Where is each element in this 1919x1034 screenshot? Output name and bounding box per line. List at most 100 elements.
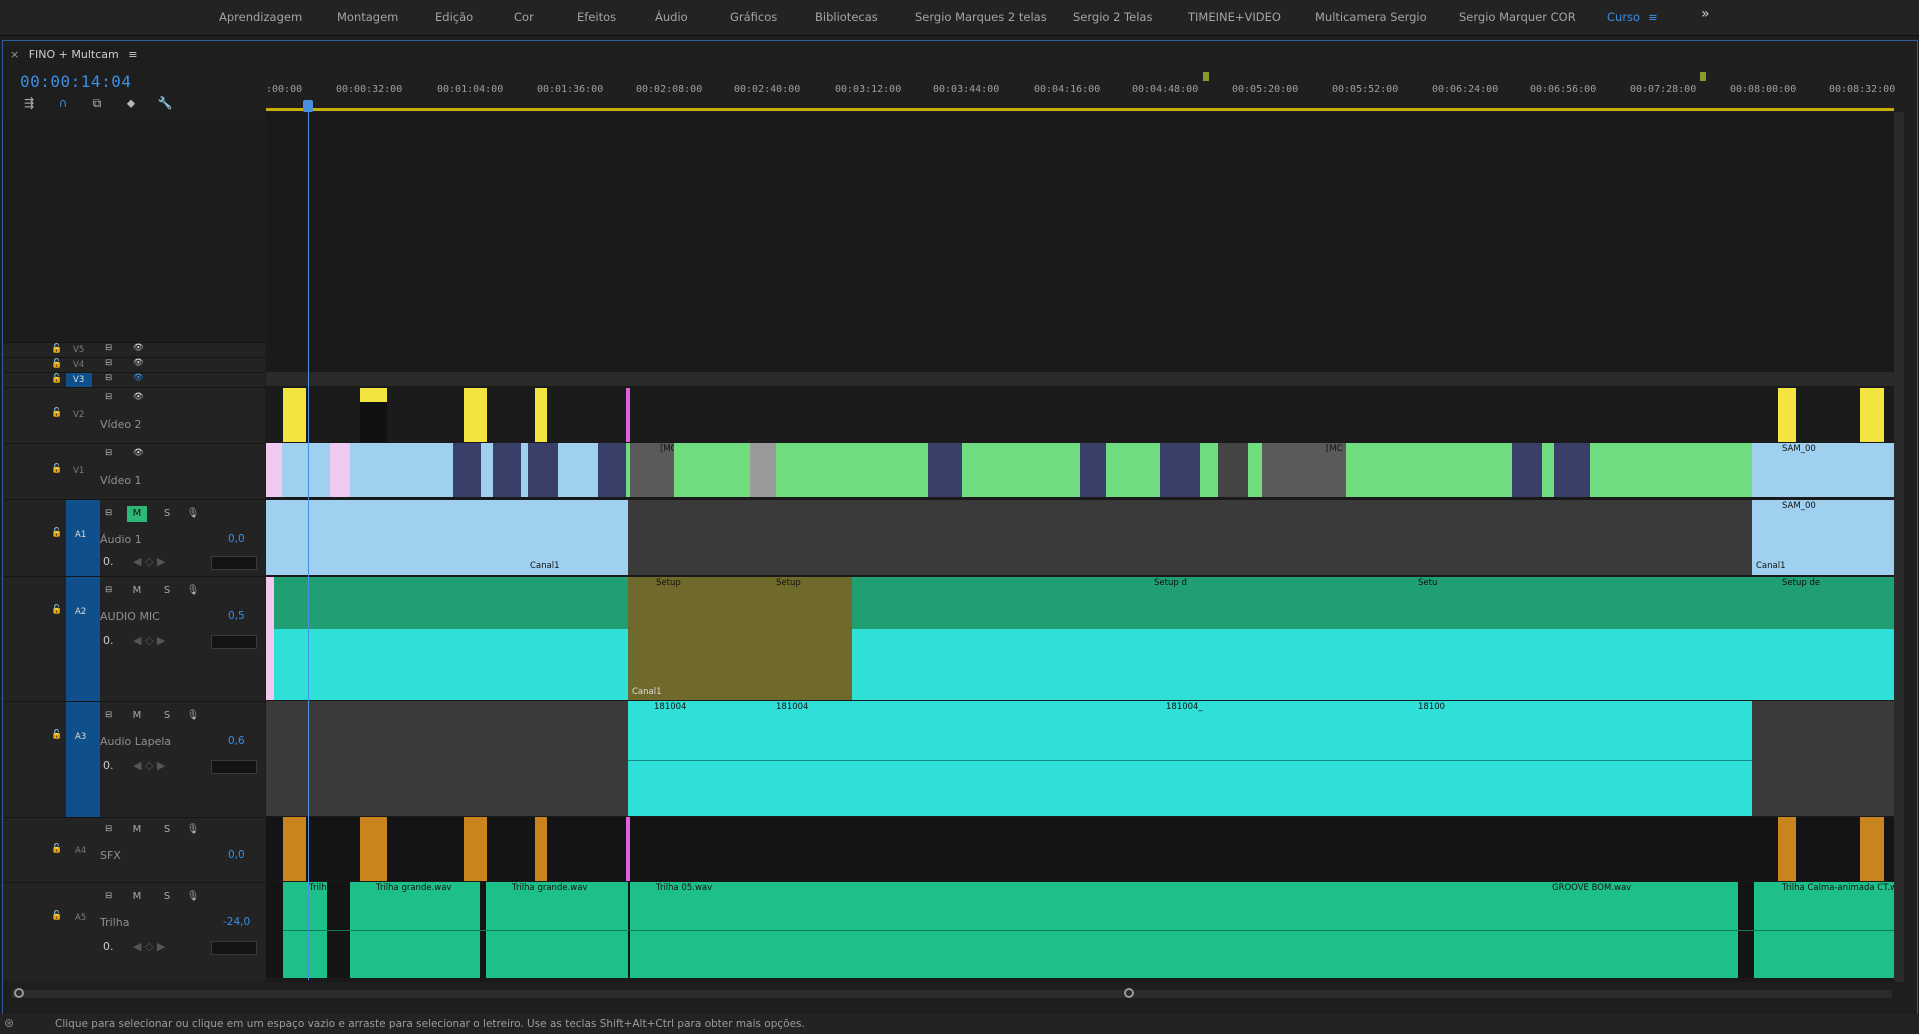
clip-sfx[interactable] [283,817,306,881]
source-patch[interactable] [66,702,100,817]
lock-icon[interactable]: 🔓 [51,374,62,384]
clip-v2[interactable] [535,388,547,442]
eye-icon[interactable]: 👁 [133,448,144,458]
clip-a2-edge[interactable] [266,577,274,700]
volume-value[interactable]: 0,5 [228,610,245,622]
clip-v1[interactable] [266,443,626,497]
clip-v2[interactable] [1778,388,1796,442]
more-workspaces-icon[interactable]: » [1701,6,1710,22]
clip-a2-top[interactable]: Setup d Setu [852,577,1752,629]
workspace-tab-bibliotecas[interactable]: Bibliotecas [815,10,878,24]
wrench-icon[interactable]: 🔧 [157,96,173,110]
lock-icon[interactable]: 🔓 [51,344,62,354]
marker-icon[interactable] [1203,72,1209,81]
mute-button[interactable]: M [127,583,147,599]
keyframe-nav-icon[interactable]: ◀ ◇ ▶ [133,634,165,647]
pan-icon[interactable]: 0. [103,634,114,647]
volume-value[interactable]: -24,0 [223,916,250,928]
workspace-tab-aprendizagem[interactable]: Aprendizagem [219,10,302,24]
workspace-tab-audio[interactable]: Áudio [655,10,688,24]
clip-sfx[interactable] [360,817,387,881]
sync-icon[interactable]: ⊟ [105,508,112,518]
pan-icon[interactable]: 0. [103,555,114,568]
solo-button[interactable]: S [157,822,177,838]
work-area-bar[interactable] [266,108,1894,111]
clip-v1[interactable] [266,443,282,497]
mute-button[interactable]: M [127,506,147,522]
horizontal-scrollbar[interactable] [12,990,1892,998]
mute-button[interactable]: M [127,822,147,838]
clip-v1-thumb[interactable] [1080,443,1106,497]
pan-icon[interactable]: 0. [103,940,114,953]
clip-a2-top[interactable]: Setup de [1752,577,1894,629]
marker-icon[interactable] [1700,72,1706,81]
linked-selection-icon[interactable]: ⧉ [89,96,105,110]
sync-icon[interactable]: ⊟ [105,710,112,720]
sync-icon[interactable]: ⊟ [105,824,112,834]
solo-button[interactable]: S [157,583,177,599]
clip-sfx[interactable] [1778,817,1796,881]
source-patch[interactable] [66,577,100,701]
keyframe-nav-icon[interactable]: ◀ ◇ ▶ [133,759,165,772]
keyframe-nav-icon[interactable]: ◀ ◇ ▶ [133,555,165,568]
lock-icon[interactable]: 🔓 [51,464,62,474]
clip-v1-thumb[interactable]: [MC [1262,443,1346,497]
mic-icon[interactable]: 🎙 [183,583,203,599]
lock-icon[interactable]: 🔓 [51,359,62,369]
clip-a2-top[interactable] [266,577,628,629]
clip-v1-thumb[interactable]: [MC [630,443,674,497]
vertical-scrollbar[interactable] [1894,112,1904,982]
clip-v2[interactable] [1860,388,1884,442]
solo-button[interactable]: S [157,708,177,724]
track-a4[interactable] [266,817,1894,881]
nest-toggle-icon[interactable]: ⇶ [21,96,37,110]
track-v2[interactable] [266,388,1894,442]
clip-sfx[interactable] [1860,817,1884,881]
add-marker-icon[interactable]: ⬥ [123,96,139,110]
eye-off-icon[interactable]: 👁 [133,373,144,383]
sequence-tab[interactable]: × FINO + Multcam ≡ [10,48,137,61]
clip-v1[interactable] [330,443,350,497]
solo-button[interactable]: S [157,889,177,905]
lock-icon[interactable]: 🔓 [51,911,62,921]
menu-icon[interactable]: ≡ [128,48,137,61]
sync-icon[interactable]: ⊟ [105,358,112,368]
clip-sfx[interactable] [464,817,487,881]
clip-v1-thumb[interactable] [1218,443,1248,497]
sync-icon[interactable]: ⊟ [105,585,112,595]
workspace-tab-efeitos[interactable]: Efeitos [577,10,616,24]
clip-a3[interactable]: 181004 181004 181004_ 18100 [628,701,1752,816]
clip-v2[interactable] [626,388,630,442]
eye-icon[interactable]: 👁 [133,343,144,353]
scroll-handle-left[interactable] [14,988,24,998]
workspace-tab-sergio-marques-2-telas[interactable]: Sergio Marques 2 telas [915,10,1047,24]
clip-v1[interactable]: SAM_00 [1752,443,1894,497]
workspace-tab-graficos[interactable]: Gráficos [730,10,777,24]
clip-v1-thumb[interactable] [598,443,626,497]
workspace-menu-icon[interactable]: ≡ [1648,10,1658,24]
clip-v2[interactable] [283,388,306,442]
clip-a2[interactable]: Setup Setup Canal1 [628,577,852,700]
clip-v1-thumb[interactable] [928,443,962,497]
volume-value[interactable]: 0,0 [228,533,245,545]
playhead-handle[interactable] [303,100,313,112]
clip-a1[interactable]: Canal1 [266,500,628,575]
workspace-tab-cor[interactable]: Cor [514,10,534,24]
close-icon[interactable]: × [10,48,19,61]
lock-icon[interactable]: 🔓 [51,528,62,538]
workspace-tab-timeine-video[interactable]: TIMEINE+VIDEO [1188,10,1281,24]
workspace-tab-sergio-marquer-cor[interactable]: Sergio Marquer COR [1459,10,1576,24]
solo-button[interactable]: S [157,506,177,522]
workspace-tab-multicamera-sergio[interactable]: Multicamera Sergio [1315,10,1427,24]
mute-button[interactable]: M [127,708,147,724]
sync-icon[interactable]: ⊟ [105,343,112,353]
mute-button[interactable]: M [127,889,147,905]
lock-icon[interactable]: 🔓 [51,605,62,615]
workspace-tab-sergio-2-telas[interactable]: Sergio 2 Telas [1073,10,1152,24]
clip-v1-thumb[interactable] [528,443,558,497]
workspace-tab-curso[interactable]: Curso [1607,10,1640,24]
lock-icon[interactable]: 🔓 [51,730,62,740]
mic-icon[interactable]: 🎙 [183,708,203,724]
sync-icon[interactable]: ⊟ [105,448,112,458]
workspace-tab-montagem[interactable]: Montagem [337,10,398,24]
